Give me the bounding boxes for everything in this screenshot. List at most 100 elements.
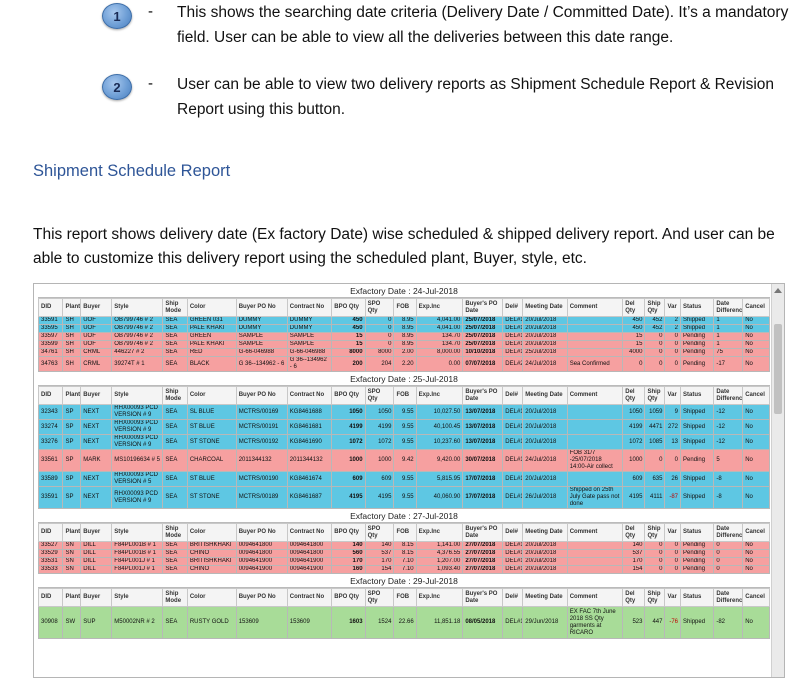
table-cell: G-66-046988 [235,348,288,357]
column-header: Cancel [742,588,770,607]
table-cell: 8.95 [393,332,417,341]
table-cell: 33274 [37,419,64,435]
table-cell: 8.95 [393,316,417,325]
table-cell: 20/Jul/2018 [522,340,568,349]
column-header: Style [111,588,164,607]
table-row[interactable]: 33531 SN DILL F84PL001J # 1 SEA BRITISHKHAKI 0… [37,557,770,566]
table-cell: OB799746 # 2 [111,332,164,341]
column-header: Meeting Date [522,298,568,317]
table-cell: NEXT [80,471,113,487]
table-cell: RED [186,348,237,357]
table-row[interactable]: 33599 SH UOF OB799746 # 2 SEA PALE KHAKI SAMPL… [37,340,770,349]
column-header: Buyer PO No [235,298,288,317]
shipment-schedule-report[interactable]: Exfactory Date : 24-Jul-2018 DID Plant Buye… [33,283,785,678]
table-cell: Shipped on 25th July Gate pass not done [566,486,624,509]
table-cell: 25/07/2018 [462,324,504,333]
table-row[interactable]: 33561 SP MARK MS10196634 # 5 SEA CHARCOAL 2011… [37,449,770,472]
table-cell: 27/07/2018 [462,549,504,558]
table-row[interactable]: 33529 SN DILL F84PL001B # 1 SEA CHINO 00946418… [37,549,770,558]
table-cell: 537 [622,549,646,558]
table-cell: EX FAC 7th June 2018 SS Qty garments at … [566,606,624,639]
column-header: Meeting Date [522,588,568,607]
table-cell: 560 [331,549,366,558]
table-cell: 5,815.95 [415,471,464,487]
table-row[interactable]: 33274 SP NEXT RHX00093 PCD VERSION # 9 SEA ST… [37,419,770,435]
table-cell: 0094641900 [286,565,333,574]
table-row[interactable]: 34761 SH CRML 446227 # 2 SEA RED G-66-046988 G-… [37,348,770,357]
table-row[interactable]: 33591 SP NEXT RHX00093 PCD VERSION # 9 SEA ST… [37,486,770,509]
table-cell: Pending [680,565,715,574]
table-cell: 33533 [37,565,64,574]
table-cell: SEA [162,324,188,333]
table-cell: 609 [331,471,366,487]
table-cell: 1072 [364,434,395,450]
table-cell: 452 [644,316,666,325]
column-header: Contract No [286,588,333,607]
table-row[interactable]: 33591 SH UOF OB799746 # 2 SEA GREEN 031 DUMMY D… [37,316,770,325]
report-scrollbar[interactable] [771,284,784,677]
column-header: Buyer's PO Date [462,523,504,542]
table-cell: 11,851.18 [415,606,464,639]
table-cell: SEA [162,606,188,639]
table-row[interactable]: 33527 SN DILL F84PL001B # 1 SEA BRITISHKHAKI 0… [37,541,770,550]
column-header: Ship Mode [162,386,188,405]
table-cell: 33599 [37,340,64,349]
column-header: Buyer [80,386,113,405]
table-cell: 0 [713,549,744,558]
column-header: Color [186,386,237,405]
table-cell: 7.10 [393,565,417,574]
table-cell: 2011344132 [286,449,333,472]
table-cell: SUP [80,606,113,639]
table-cell: SH [62,356,82,372]
scroll-thumb[interactable] [774,324,782,414]
table-cell: 13/07/2018 [462,434,504,450]
column-header: Del Qty [622,588,646,607]
table-row[interactable]: 34763 SH CRML 39274T # 1 SEA BLACK G 36--13496… [37,356,770,372]
table-cell: 1524 [364,606,395,639]
table-cell: PALE KHAKI [186,340,237,349]
table-cell: DEL#1 [502,565,524,574]
table-cell: 10,237.60 [415,434,464,450]
step-1-dash: - [148,3,153,20]
table-cell: 10/10/2018 [462,348,504,357]
table-row[interactable]: 33597 SH UOF OB799746 # 2 SEA GREEN SAMPLE SAMP… [37,332,770,341]
scroll-up-icon[interactable] [774,288,782,293]
table-row[interactable]: 30908 SW SUP M50002NR # 2 SEA RUSTY GOLD 15360… [37,606,770,639]
table-cell: DEL#1 [502,324,524,333]
table-cell: OB799746 # 2 [111,340,164,349]
table-cell: -12 [713,419,744,435]
table-cell: 8.15 [393,541,417,550]
table-cell: 134.70 [415,340,464,349]
table-cell: DEL#1 [502,434,524,450]
table-cell: MARK [80,449,113,472]
table-cell: No [742,549,770,558]
table-cell: 9.55 [393,471,417,487]
table-cell: 07/07/2018 [462,356,504,372]
column-header: SPO Qty [364,588,395,607]
table-cell: NEXT [80,419,113,435]
table-row[interactable]: 32343 SP NEXT RHX00093 PCD VERSION # 9 SEA SL… [37,404,770,420]
table-cell: SN [62,549,82,558]
table-cell: OB799746 # 2 [111,316,164,325]
table-cell: 0 [713,557,744,566]
column-header: Comment [566,386,624,405]
step-1-badge: 1 [102,3,132,29]
table-row[interactable]: 33595 SH UOF OB799746 # 2 SEA PALE KHAKI DUMMY… [37,324,770,333]
table-cell: G 36--134962 - 6 [286,356,333,372]
table-row[interactable]: 33533 SN DILL F84PL001J # 1 SEA CHINO 00946419… [37,565,770,574]
table-cell: 0 [664,449,682,472]
table-cell: GREEN 031 [186,316,237,325]
table-row[interactable]: 33276 SP NEXT RHX00093 PCD VERSION # 9 SEA ST… [37,434,770,450]
table-cell: Shipped [680,419,715,435]
table-cell: 0 [664,332,682,341]
table-cell: M50002NR # 2 [111,606,164,639]
table-cell: 2011344132 [235,449,288,472]
table-cell [566,549,624,558]
table-cell: NEXT [80,486,113,509]
column-header: DID [37,386,64,405]
column-header: Meeting Date [522,386,568,405]
table-cell: 140 [622,541,646,550]
table-row[interactable]: 33589 SP NEXT RHX00093 PCD VERSION # 5 SEA ST… [37,471,770,487]
table-cell: F84PL001B # 1 [111,541,164,550]
table-cell: 8000 [331,348,366,357]
